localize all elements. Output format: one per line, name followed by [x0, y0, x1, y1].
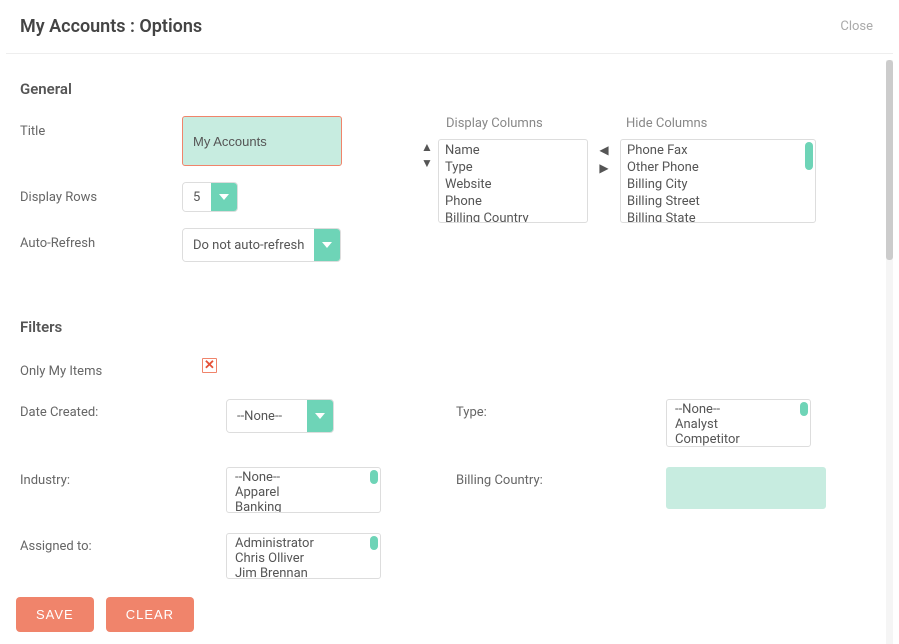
- billing-input[interactable]: [666, 467, 826, 509]
- list-item[interactable]: Banking: [235, 500, 372, 513]
- list-item[interactable]: Billing City: [627, 176, 809, 193]
- save-button[interactable]: SAVE: [16, 597, 94, 632]
- list-item[interactable]: Billing State: [627, 210, 809, 223]
- modal-header: My Accounts : Options Close: [6, 0, 893, 54]
- list-item[interactable]: --None--: [235, 470, 372, 485]
- title-label: Title: [20, 116, 182, 139]
- rows-value: 5: [183, 183, 211, 211]
- list-item[interactable]: Chris Olliver: [235, 551, 372, 566]
- refresh-select[interactable]: Do not auto-refresh: [182, 228, 341, 262]
- date-value: --None--: [227, 400, 307, 432]
- list-item[interactable]: Phone Fax: [627, 142, 809, 159]
- close-button[interactable]: Close: [840, 19, 873, 34]
- clear-button[interactable]: CLEAR: [106, 597, 194, 632]
- billing-label: Billing Country:: [456, 467, 666, 488]
- list-item[interactable]: Competitor: [675, 432, 802, 447]
- scrollbar-thumb[interactable]: [800, 402, 808, 416]
- modal-body: General Title Display Rows 5 Auto-Refres…: [6, 58, 893, 644]
- chevron-down-icon[interactable]: [307, 400, 333, 432]
- refresh-label: Auto-Refresh: [20, 228, 182, 251]
- list-item[interactable]: --None--: [675, 402, 802, 417]
- type-label: Type:: [456, 399, 666, 420]
- industry-label: Industry:: [20, 467, 226, 488]
- footer: SAVE CLEAR: [6, 587, 893, 644]
- scrollbar-thumb[interactable]: [370, 536, 378, 550]
- date-select[interactable]: --None--: [226, 399, 334, 433]
- modal-scrollbar[interactable]: [886, 60, 893, 644]
- rows-label: Display Rows: [20, 182, 182, 205]
- assigned-list[interactable]: Administrator Chris Olliver Jim Brennan: [226, 533, 381, 579]
- move-left-icon[interactable]: ◀: [599, 144, 608, 156]
- list-item[interactable]: Administrator: [235, 536, 372, 551]
- list-item[interactable]: Billing Country: [445, 210, 581, 223]
- hide-cols-label: Hide Columns: [626, 116, 816, 131]
- list-item[interactable]: Other Phone: [627, 159, 809, 176]
- list-item[interactable]: Type: [445, 159, 581, 176]
- only-my-checkbox[interactable]: ✕: [202, 358, 217, 373]
- list-item[interactable]: Jim Brennan: [235, 566, 372, 579]
- move-up-icon[interactable]: ▲: [421, 141, 433, 153]
- date-label: Date Created:: [20, 399, 226, 420]
- scrollbar-thumb[interactable]: [370, 470, 378, 484]
- modal-title: My Accounts : Options: [20, 16, 202, 37]
- filters-heading: Filters: [20, 318, 879, 336]
- list-item[interactable]: Analyst: [675, 417, 802, 432]
- move-down-icon[interactable]: ▼: [421, 157, 433, 169]
- display-cols-label: Display Columns: [446, 116, 588, 131]
- options-modal: My Accounts : Options Close General Titl…: [6, 0, 893, 644]
- title-input[interactable]: [182, 116, 342, 166]
- only-my-label: Only My Items: [20, 358, 226, 379]
- list-item[interactable]: Website: [445, 176, 581, 193]
- scrollbar-thumb[interactable]: [886, 60, 893, 260]
- list-item[interactable]: Name: [445, 142, 581, 159]
- move-right-icon[interactable]: ▶: [599, 162, 608, 174]
- type-list[interactable]: --None-- Analyst Competitor: [666, 399, 811, 447]
- hide-cols-list[interactable]: Phone Fax Other Phone Billing City Billi…: [620, 139, 816, 223]
- display-cols-list[interactable]: Name Type Website Phone Billing Country: [438, 139, 588, 223]
- scrollbar-thumb[interactable]: [805, 142, 813, 170]
- list-item[interactable]: Apparel: [235, 485, 372, 500]
- refresh-value: Do not auto-refresh: [183, 229, 314, 261]
- industry-list[interactable]: --None-- Apparel Banking: [226, 467, 381, 513]
- chevron-down-icon[interactable]: [211, 183, 237, 211]
- rows-select[interactable]: 5: [182, 182, 238, 212]
- list-item[interactable]: Phone: [445, 193, 581, 210]
- general-heading: General: [20, 80, 879, 98]
- list-item[interactable]: Billing Street: [627, 193, 809, 210]
- assigned-label: Assigned to:: [20, 533, 226, 554]
- chevron-down-icon[interactable]: [314, 229, 340, 261]
